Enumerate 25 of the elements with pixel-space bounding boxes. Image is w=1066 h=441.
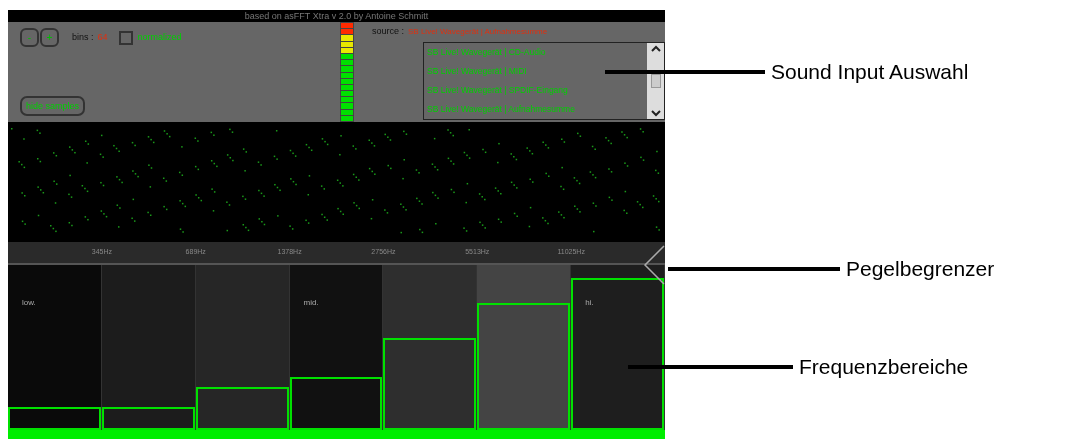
scroll-down-icon[interactable] xyxy=(650,110,661,117)
bins-value: 64 xyxy=(97,30,108,44)
source-option[interactable]: SB Live! Wavegerät | SPDIF-Eingang xyxy=(426,84,647,97)
source-option[interactable]: SB Live! Wavegerät | Aufnahmesumme xyxy=(426,103,647,116)
band-label: low. xyxy=(22,297,36,309)
increase-button[interactable]: + xyxy=(40,28,59,47)
source-option[interactable]: SB Live! Wavegerät | CD-Audio xyxy=(426,46,647,59)
bins-label: bins : xyxy=(72,30,94,44)
source-label: source : xyxy=(372,25,404,39)
source-option[interactable]: SB Live! Wavegerät | MIDI xyxy=(426,65,647,78)
annotation-label: Pegelbegrenzer xyxy=(846,256,995,282)
normalized-label: normalized xyxy=(137,30,182,44)
level-limit-handle[interactable] xyxy=(643,245,665,285)
decrease-button[interactable]: - xyxy=(20,28,39,47)
credit-text: based on asFFT Xtra v 2.0 by Antoine Schmitt xyxy=(244,11,429,21)
current-source: SB Live! Wavegerät | Aufnahmesumme xyxy=(408,26,548,38)
normalized-checkbox[interactable] xyxy=(118,30,133,45)
band-label: mid. xyxy=(303,297,319,309)
scrollbar[interactable] xyxy=(647,43,664,119)
scroll-thumb[interactable] xyxy=(650,74,661,88)
scroll-up-icon[interactable] xyxy=(650,45,661,52)
hide-samples-button[interactable]: hide samples xyxy=(20,96,86,116)
band-label: hi. xyxy=(585,297,594,309)
annotation-label: Frequenzbereiche xyxy=(799,354,969,380)
annotation-label: Sound Input Auswahl xyxy=(771,59,969,85)
